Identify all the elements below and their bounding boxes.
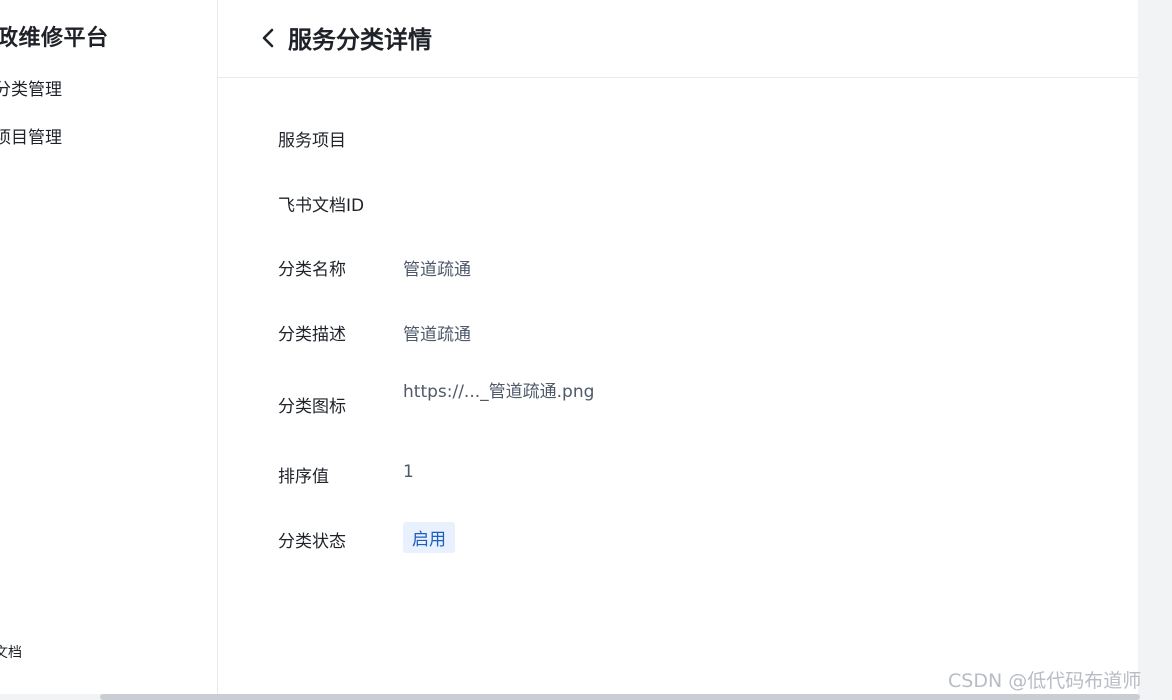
watermark: CSDN @低代码布道师 [948, 670, 1142, 692]
page-title: 服务分类详情 [288, 26, 432, 54]
sidebar-item-project-management[interactable]: 项目管理 [0, 123, 62, 148]
detail-label: 分类名称 [278, 260, 346, 280]
detail-label: 分类描述 [278, 325, 346, 345]
chevron-left-icon [262, 28, 274, 48]
detail-label: 分类图标 [278, 397, 346, 417]
sidebar-docs-link[interactable]: 文档 [0, 642, 22, 662]
detail-value: 1 [403, 462, 414, 482]
main-content: 服务分类详情 服务项目 飞书文档ID 分类名称 管道疏通 分类描述 管道疏通 分… [218, 0, 1138, 694]
sidebar-item-category-management[interactable]: 分类管理 [0, 75, 62, 100]
back-button[interactable] [258, 24, 280, 52]
app-brand: 政维修平台 [0, 26, 109, 51]
detail-value: 管道疏通 [403, 260, 471, 280]
detail-label: 飞书文档ID [278, 196, 365, 216]
icon-url-value: https://..._管道疏通.png [403, 382, 595, 402]
right-gutter [1138, 0, 1172, 700]
detail-value: 管道疏通 [403, 325, 471, 345]
page-header: 服务分类详情 [218, 0, 1138, 78]
horizontal-scrollbar-thumb[interactable] [100, 694, 1140, 700]
status-badge: 启用 [403, 522, 455, 553]
detail-label: 服务项目 [278, 131, 346, 151]
detail-label: 排序值 [278, 467, 329, 487]
detail-label: 分类状态 [278, 532, 346, 552]
sidebar: 政维修平台 分类管理 项目管理 文档 [0, 0, 218, 694]
